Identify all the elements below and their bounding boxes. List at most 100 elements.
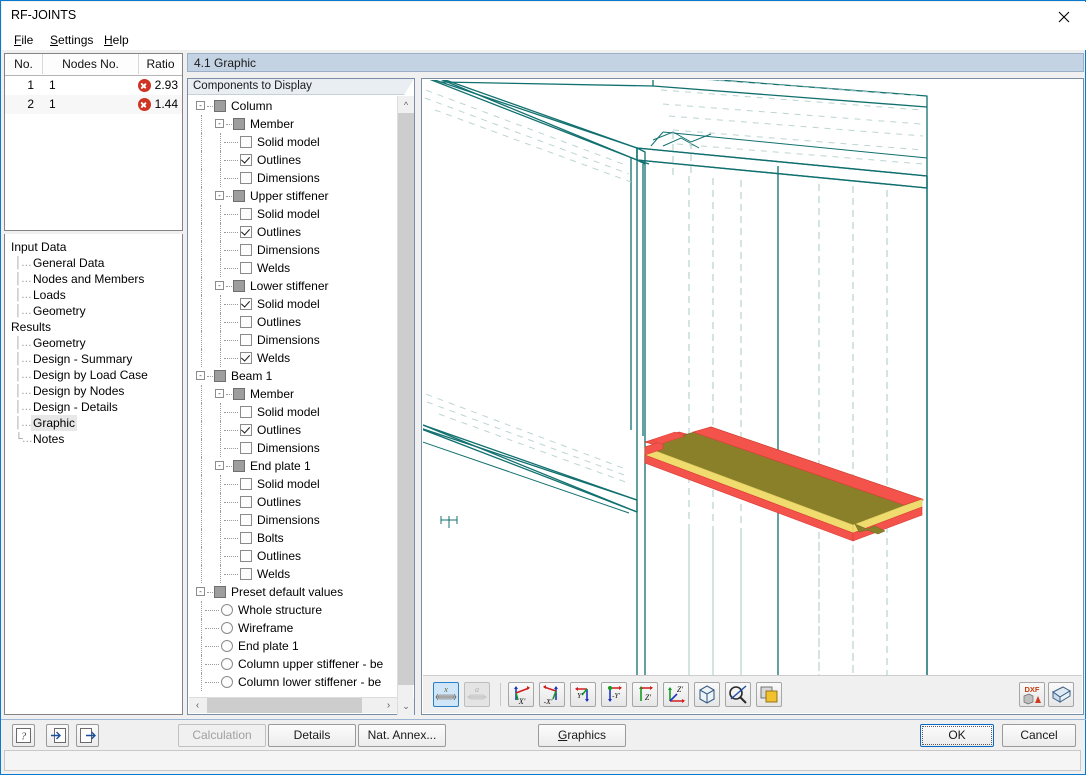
details-button[interactable]: Details — [268, 724, 356, 747]
tree-item-beam-1[interactable]: - Beam 1 — [192, 367, 395, 385]
tree-checkbox[interactable] — [240, 334, 252, 346]
tree-checkbox[interactable] — [214, 100, 226, 112]
cancel-button[interactable]: Cancel — [1002, 724, 1076, 747]
tree-horizontal-scrollbar[interactable]: ‹ › — [189, 697, 397, 713]
tree-expander-collapse-icon[interactable]: - — [215, 461, 224, 470]
tree-item-dimensions[interactable]: Dimensions — [192, 439, 395, 457]
tree-checkbox[interactable] — [240, 316, 252, 328]
menu-help[interactable]: Help — [98, 32, 135, 49]
tree-expander-collapse-icon[interactable]: - — [215, 281, 224, 290]
tree-hscroll-thumb[interactable] — [207, 698, 362, 713]
nav-item-geometry[interactable]: │… Geometry — [5, 303, 182, 319]
tree-checkbox[interactable] — [240, 568, 252, 580]
nav-item-graphic[interactable]: │… Graphic — [5, 415, 182, 431]
table-row[interactable]: 1 1 2.93 — [5, 76, 182, 95]
view-isometric-button[interactable] — [694, 682, 720, 707]
tree-expander-collapse-icon[interactable]: - — [215, 389, 224, 398]
tree-checkbox[interactable] — [240, 352, 252, 364]
tree-item-column-upper-stiffener-be[interactable]: Column upper stiffener - be — [192, 655, 395, 673]
tree-radio[interactable] — [221, 640, 233, 652]
nav-item-notes[interactable]: └… Notes — [5, 431, 182, 447]
tree-checkbox[interactable] — [240, 478, 252, 490]
tree-item-wireframe[interactable]: Wireframe — [192, 619, 395, 637]
tree-item-dimensions[interactable]: Dimensions — [192, 331, 395, 349]
tree-checkbox[interactable] — [240, 208, 252, 220]
nav-item-general-data[interactable]: │… General Data — [5, 255, 182, 271]
help-button[interactable]: ? — [12, 724, 35, 747]
tree-checkbox[interactable] — [240, 154, 252, 166]
tree-radio[interactable] — [221, 658, 233, 670]
tree-checkbox[interactable] — [233, 190, 245, 202]
nav-item-design-by-nodes[interactable]: │… Design by Nodes — [5, 383, 182, 399]
view-neg-y-button[interactable]: -Y' — [601, 682, 627, 707]
tree-item-member[interactable]: - Member — [192, 115, 395, 133]
tree-checkbox[interactable] — [240, 514, 252, 526]
tree-checkbox[interactable] — [240, 172, 252, 184]
view-x-button[interactable]: X' — [508, 682, 534, 707]
tree-item-welds[interactable]: Welds — [192, 565, 395, 583]
tree-item-solid-model[interactable]: Solid model — [192, 403, 395, 421]
tree-item-outlines[interactable]: Outlines — [192, 547, 395, 565]
graphic-canvas[interactable]: .ol{stroke:#11706f;stroke-width:1.3;fill… — [423, 80, 1082, 675]
nav-item-loads[interactable]: │… Loads — [5, 287, 182, 303]
table-row[interactable]: 2 1 1.44 — [5, 95, 182, 114]
export-button[interactable] — [76, 724, 99, 747]
column-header-ratio[interactable]: Ratio — [139, 54, 182, 74]
scroll-down-icon[interactable]: ⌄ — [398, 698, 414, 715]
tree-expander-collapse-icon[interactable]: - — [196, 371, 205, 380]
dimension-x-button[interactable]: x — [433, 682, 459, 707]
tree-checkbox[interactable] — [240, 424, 252, 436]
nav-item-nodes-and-members[interactable]: │… Nodes and Members — [5, 271, 182, 287]
tree-item-upper-stiffener[interactable]: - Upper stiffener — [192, 187, 395, 205]
tree-item-outlines[interactable]: Outlines — [192, 223, 395, 241]
print-button[interactable] — [1048, 682, 1074, 707]
tree-checkbox[interactable] — [240, 406, 252, 418]
tree-item-solid-model[interactable]: Solid model — [192, 205, 395, 223]
scroll-up-icon[interactable]: ^ — [398, 96, 414, 113]
tree-checkbox[interactable] — [240, 442, 252, 454]
tree-expander-collapse-icon[interactable]: - — [196, 101, 205, 110]
tree-item-outlines[interactable]: Outlines — [192, 421, 395, 439]
dimension-a-button[interactable]: a — [464, 682, 490, 707]
tree-item-solid-model[interactable]: Solid model — [192, 475, 395, 493]
tree-checkbox[interactable] — [240, 136, 252, 148]
tree-item-lower-stiffener[interactable]: - Lower stiffener — [192, 277, 395, 295]
column-header-nodes-no[interactable]: Nodes No. — [43, 54, 139, 74]
scroll-left-icon[interactable]: ‹ — [189, 698, 206, 713]
tree-checkbox[interactable] — [233, 280, 245, 292]
tree-expander-collapse-icon[interactable]: - — [196, 587, 205, 596]
ok-button[interactable]: OK — [920, 724, 994, 747]
calculation-button[interactable]: Calculation — [178, 724, 266, 747]
tree-item-welds[interactable]: Welds — [192, 349, 395, 367]
tree-vscroll-thumb[interactable] — [398, 113, 414, 685]
zoom-reset-button[interactable] — [725, 682, 751, 707]
tree-checkbox[interactable] — [240, 244, 252, 256]
menu-settings[interactable]: Settings — [44, 32, 99, 49]
nat-annex-button[interactable]: Nat. Annex... — [358, 724, 446, 747]
layers-button[interactable] — [756, 682, 782, 707]
tree-checkbox[interactable] — [233, 460, 245, 472]
nav-item-geometry[interactable]: │… Geometry — [5, 335, 182, 351]
tree-item-dimensions[interactable]: Dimensions — [192, 241, 395, 259]
tree-radio[interactable] — [221, 604, 233, 616]
tree-item-member[interactable]: - Member — [192, 385, 395, 403]
tree-checkbox[interactable] — [240, 262, 252, 274]
menu-file[interactable]: File — [8, 32, 39, 49]
tree-item-end-plate-1[interactable]: End plate 1 — [192, 637, 395, 655]
tree-item-bolts[interactable]: Bolts — [192, 529, 395, 547]
nav-item-design-details[interactable]: │… Design - Details — [5, 399, 182, 415]
tree-vertical-scrollbar[interactable]: ^ ⌄ — [397, 96, 414, 715]
tree-item-end-plate-1[interactable]: - End plate 1 — [192, 457, 395, 475]
scroll-right-icon[interactable]: › — [380, 698, 397, 713]
dxf-export-button[interactable]: DXF — [1019, 682, 1045, 707]
tree-item-dimensions[interactable]: Dimensions — [192, 169, 395, 187]
tree-item-solid-model[interactable]: Solid model — [192, 133, 395, 151]
tree-expander-collapse-icon[interactable]: - — [215, 119, 224, 128]
import-button[interactable] — [46, 724, 69, 747]
tree-checkbox[interactable] — [240, 550, 252, 562]
tree-expander-collapse-icon[interactable]: - — [215, 191, 224, 200]
tree-item-outlines[interactable]: Outlines — [192, 493, 395, 511]
tree-checkbox[interactable] — [214, 586, 226, 598]
view-isometric-axes-button[interactable]: Z' — [663, 682, 689, 707]
tree-item-outlines[interactable]: Outlines — [192, 151, 395, 169]
